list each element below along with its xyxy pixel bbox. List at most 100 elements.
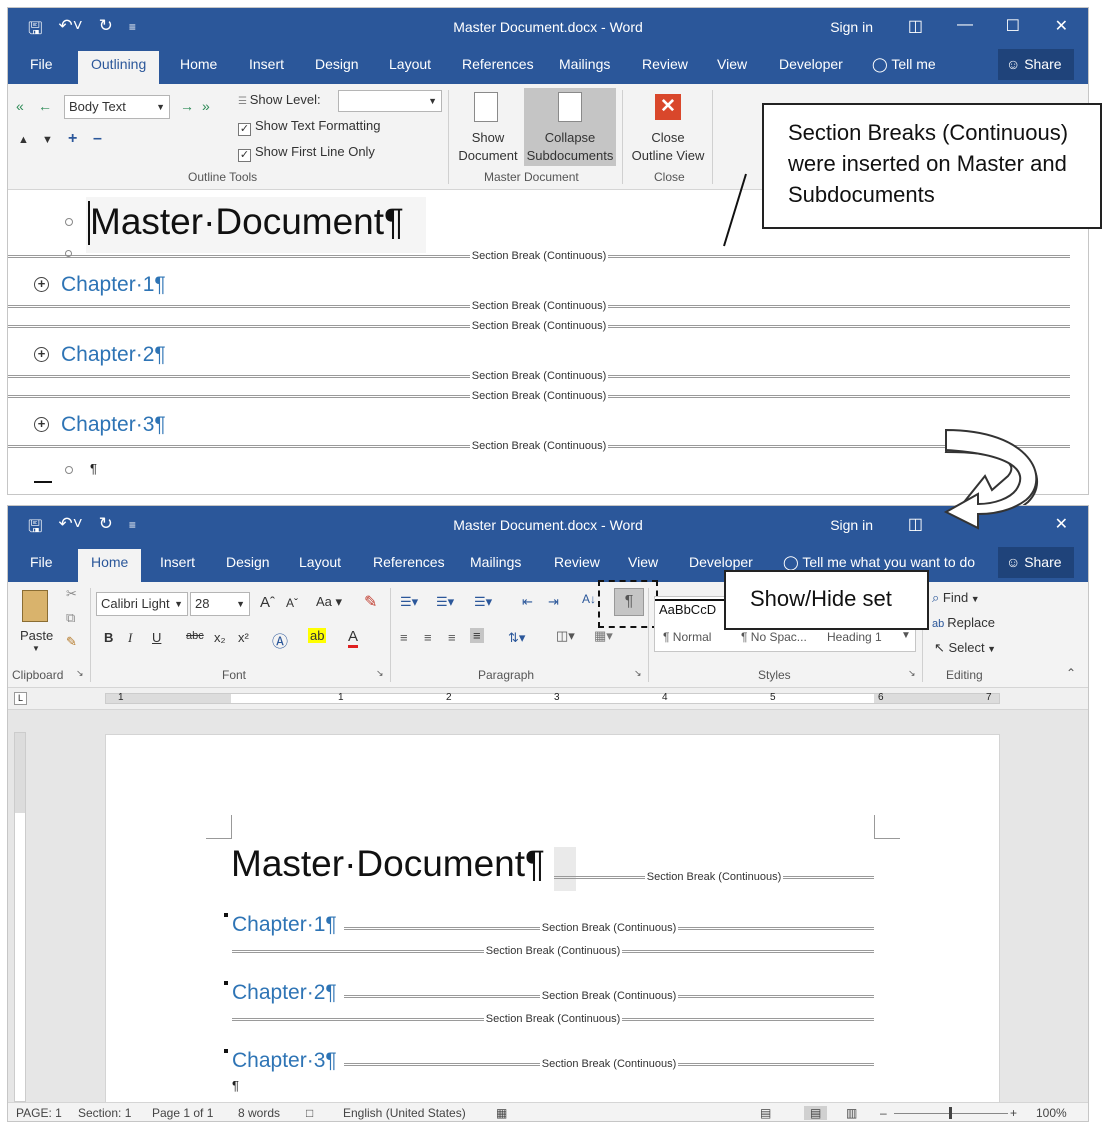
subscript-button[interactable]: x₂ bbox=[214, 630, 226, 645]
title-bar: 🖫 ↶˅ ↻ ≡ Master Document.docx - Word Sig… bbox=[8, 506, 1088, 544]
zoom-slider-thumb[interactable] bbox=[949, 1107, 952, 1119]
text-effects-icon[interactable]: Ⓐ bbox=[272, 628, 288, 652]
font-name-dropdown[interactable]: Calibri Light ▼ bbox=[96, 592, 188, 616]
superscript-button[interactable]: x² bbox=[238, 630, 249, 645]
decrease-indent-icon[interactable]: ⇤ bbox=[522, 594, 533, 610]
tell-me-box[interactable]: ◯ Tell me what you want to do bbox=[783, 554, 975, 571]
keep-with-next-mark bbox=[224, 913, 228, 917]
replace-button[interactable]: ab Replace bbox=[932, 615, 995, 630]
align-right-icon[interactable]: ≡ bbox=[448, 630, 456, 645]
strikethrough-button[interactable]: abc bbox=[186, 630, 204, 642]
margin-crop-mark bbox=[206, 815, 232, 839]
borders-icon[interactable]: ▦▾ bbox=[594, 628, 613, 644]
share-label: Share bbox=[1024, 554, 1062, 570]
editing-group-label: Editing bbox=[946, 668, 983, 682]
print-layout-icon[interactable]: ▤ bbox=[804, 1106, 828, 1120]
section-break: Section Break (Continuous) bbox=[554, 870, 875, 884]
bold-button[interactable]: B bbox=[104, 630, 113, 645]
collapse-ribbon-icon[interactable]: ⌃ bbox=[1066, 666, 1076, 680]
format-painter-icon[interactable]: ✎ bbox=[66, 634, 77, 650]
copy-icon[interactable]: ⧉ bbox=[66, 610, 75, 626]
font-group-label: Font bbox=[222, 668, 247, 682]
highlight-color-icon[interactable]: ab bbox=[308, 628, 327, 643]
margin-crop-mark bbox=[874, 815, 900, 839]
increase-indent-icon[interactable]: ⇥ bbox=[548, 594, 559, 610]
numbering-icon[interactable]: ☰▾ bbox=[436, 594, 454, 610]
underline-button[interactable]: U bbox=[152, 630, 161, 645]
section-break: Section Break (Continuous) bbox=[344, 1057, 875, 1071]
status-language[interactable]: English (United States) bbox=[343, 1106, 466, 1120]
tab-review[interactable]: Review bbox=[554, 554, 600, 570]
status-bar: PAGE: 1 Section: 1 Page 1 of 1 8 words □… bbox=[8, 1102, 1088, 1121]
ruler-number: 4 bbox=[662, 692, 668, 703]
dialog-launcher-icon[interactable]: ↘ bbox=[634, 668, 642, 679]
zoom-out-icon[interactable]: – bbox=[880, 1106, 887, 1120]
select-button[interactable]: ↖ Select ▼ bbox=[934, 640, 996, 656]
multilevel-list-icon[interactable]: ☰▾ bbox=[474, 594, 492, 610]
section-break: Section Break (Continuous) bbox=[344, 989, 875, 1003]
tab-developer[interactable]: Developer bbox=[689, 554, 753, 570]
paste-button[interactable]: Paste ▼ bbox=[16, 588, 60, 658]
keep-with-next-mark bbox=[224, 1049, 228, 1053]
tab-view[interactable]: View bbox=[628, 554, 658, 570]
style-heading-1[interactable]: Heading 1 bbox=[827, 630, 882, 644]
read-mode-icon[interactable]: ▤ bbox=[760, 1106, 771, 1120]
shrink-font-icon[interactable]: Aˇ bbox=[286, 596, 298, 610]
tab-file[interactable]: File bbox=[30, 554, 53, 570]
tab-design[interactable]: Design bbox=[226, 554, 270, 570]
sign-in-link[interactable]: Sign in bbox=[830, 517, 873, 533]
line-spacing-icon[interactable]: ⇅▾ bbox=[508, 630, 525, 646]
proofing-icon[interactable]: □ bbox=[306, 1106, 313, 1120]
status-word-count[interactable]: 8 words bbox=[238, 1106, 280, 1120]
vertical-ruler bbox=[14, 732, 26, 1102]
callout-line: Section Breaks (Continuous) bbox=[788, 120, 1069, 145]
tab-mailings[interactable]: Mailings bbox=[470, 554, 521, 570]
tell-me-label: Tell me what you want to do bbox=[802, 554, 976, 570]
status-page-of[interactable]: Page 1 of 1 bbox=[152, 1106, 213, 1120]
doc-chapter-1[interactable]: Chapter·1¶ bbox=[232, 913, 337, 937]
window-title: Master Document.docx - Word bbox=[453, 517, 643, 533]
tab-layout[interactable]: Layout bbox=[299, 554, 341, 570]
status-page[interactable]: PAGE: 1 bbox=[16, 1106, 62, 1120]
justify-icon[interactable]: ≡ bbox=[470, 628, 484, 643]
status-section[interactable]: Section: 1 bbox=[78, 1106, 131, 1120]
dialog-launcher-icon[interactable]: ↘ bbox=[76, 668, 84, 679]
styles-more-icon[interactable]: ▼ bbox=[901, 630, 911, 641]
style-no-spacing[interactable]: ¶ No Spac... bbox=[741, 630, 807, 644]
italic-button[interactable]: I bbox=[128, 630, 132, 646]
ribbon-display-icon[interactable]: ◫ bbox=[908, 514, 923, 534]
style-normal[interactable]: ¶ Normal bbox=[663, 630, 711, 644]
pointer-icon: ↖ bbox=[934, 640, 949, 655]
bullets-icon[interactable]: ☰▾ bbox=[400, 594, 418, 610]
font-size-dropdown[interactable]: 28 ▼ bbox=[190, 592, 250, 616]
find-button[interactable]: ⌕ Find ▼ bbox=[932, 590, 980, 606]
share-button[interactable]: ☺ Share bbox=[998, 547, 1074, 578]
shading-icon[interactable]: ◫▾ bbox=[556, 628, 575, 644]
dialog-launcher-icon[interactable]: ↘ bbox=[376, 668, 384, 679]
doc-master-title[interactable]: Master·Document¶ bbox=[231, 843, 545, 885]
web-layout-icon[interactable]: ▥ bbox=[846, 1106, 857, 1120]
tab-insert[interactable]: Insert bbox=[160, 554, 195, 570]
close-window-icon[interactable]: ✕ bbox=[1055, 514, 1068, 534]
cut-icon[interactable]: ✂ bbox=[66, 586, 77, 602]
align-left-icon[interactable]: ≡ bbox=[400, 630, 408, 645]
empty-paragraph-mark: ¶ bbox=[232, 1078, 239, 1093]
tab-home[interactable]: Home bbox=[78, 549, 142, 582]
align-center-icon[interactable]: ≡ bbox=[424, 630, 432, 645]
macro-recording-icon[interactable]: ▦ bbox=[496, 1106, 507, 1120]
zoom-level[interactable]: 100% bbox=[1036, 1106, 1067, 1120]
keep-with-next-mark bbox=[224, 981, 228, 985]
style-preview: AaBbCcD bbox=[659, 602, 717, 617]
doc-chapter-3[interactable]: Chapter·3¶ bbox=[232, 1049, 337, 1073]
dialog-launcher-icon[interactable]: ↘ bbox=[908, 668, 916, 679]
clear-formatting-icon[interactable]: ✎ bbox=[364, 592, 377, 612]
change-case-icon[interactable]: Aa ▾ bbox=[316, 594, 342, 610]
tab-selector-icon[interactable]: L bbox=[14, 692, 27, 705]
font-color-icon[interactable]: A bbox=[348, 628, 359, 648]
grow-font-icon[interactable]: Aˆ bbox=[260, 594, 275, 611]
clipboard-icon bbox=[22, 590, 48, 622]
tab-references[interactable]: References bbox=[373, 554, 445, 570]
zoom-in-icon[interactable]: + bbox=[1010, 1106, 1017, 1120]
doc-chapter-2[interactable]: Chapter·2¶ bbox=[232, 981, 337, 1005]
sort-icon[interactable]: A↓ bbox=[582, 592, 596, 606]
